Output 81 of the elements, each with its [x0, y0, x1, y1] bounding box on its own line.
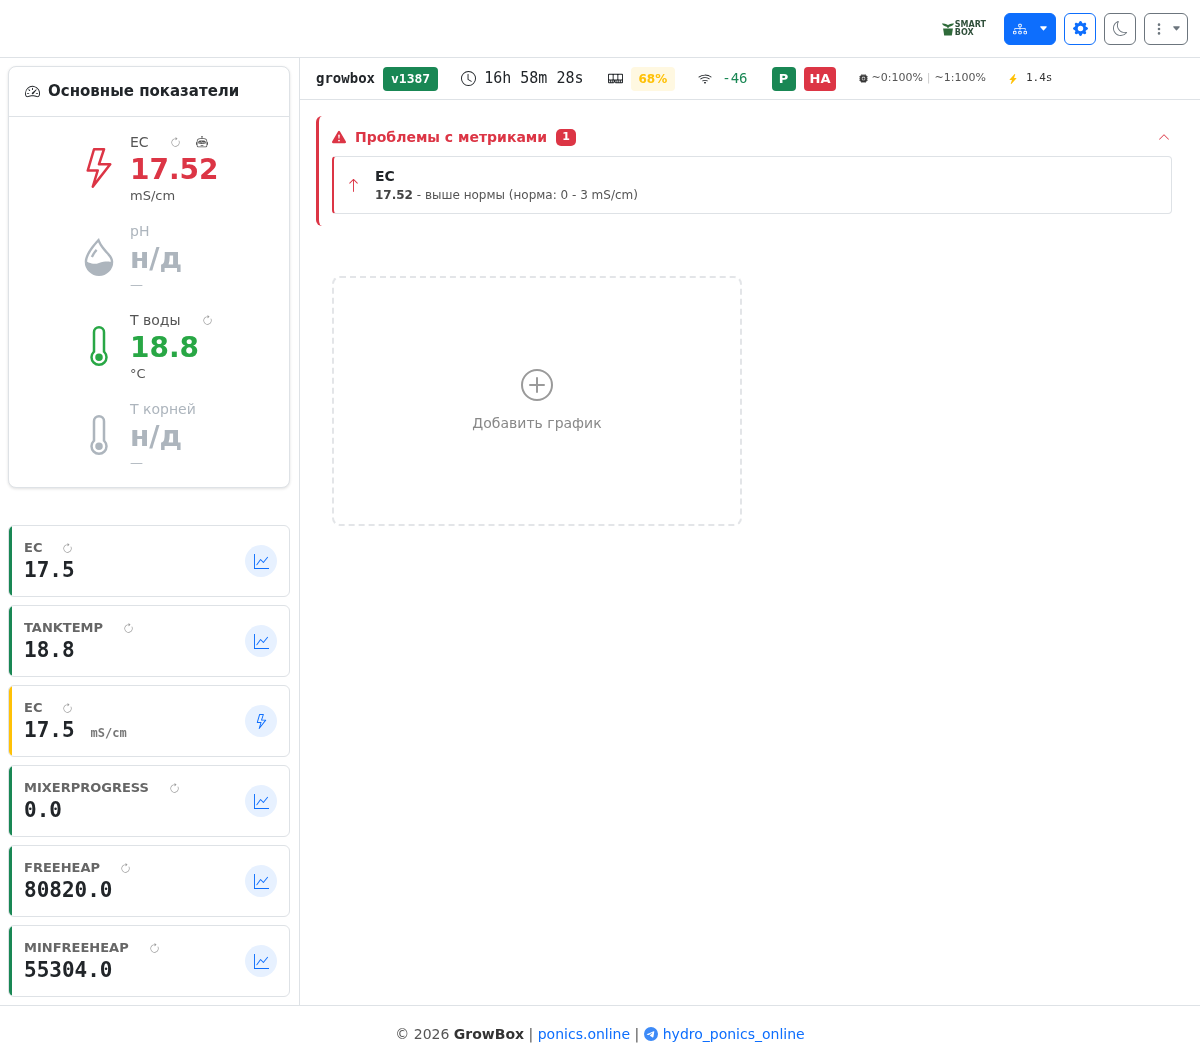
metric-value: 17.5 [24, 717, 75, 743]
line-chart-icon [253, 953, 269, 969]
metric-label: T корней [130, 400, 196, 419]
more-menu-button[interactable] [1144, 12, 1188, 45]
metric-value: 17.52 [130, 152, 219, 188]
separator: | [926, 70, 931, 87]
metric-label: T воды [130, 311, 181, 330]
plant-pot-icon [941, 21, 954, 36]
network-icon [1012, 21, 1027, 36]
chart-button[interactable] [245, 865, 277, 897]
moon-icon [1112, 21, 1128, 36]
caret-icon [1038, 24, 1048, 33]
metric-label: MIXERPROGRESS [24, 779, 149, 797]
refresh-icon [148, 942, 160, 954]
refresh-icon [169, 782, 180, 794]
line-chart-icon [253, 873, 269, 889]
metric-label: TANKTEMP [24, 619, 104, 637]
add-chart-button[interactable]: Добавить график [332, 276, 742, 526]
settings-button[interactable] [1064, 12, 1096, 45]
clock-icon [461, 71, 477, 86]
metric-value: 80820.0 [24, 877, 113, 903]
response-time-text: 1.4s [1025, 70, 1053, 87]
metric-value: 18.8 [24, 637, 75, 663]
metric-value: н/д [130, 419, 184, 455]
status-badge: P [771, 66, 796, 91]
website-link[interactable]: ponics.online [537, 1025, 631, 1042]
network-menu-button[interactable] [1004, 12, 1056, 45]
line-chart-icon [253, 793, 269, 809]
problem-description: 17.52 - выше нормы (норма: 0 - 3 mS/cm) [375, 187, 638, 204]
speedometer-icon [25, 84, 40, 99]
device-name: growbox [316, 69, 375, 88]
metric-value: 0.0 [24, 797, 62, 823]
chart-button[interactable] [245, 945, 277, 977]
memory-icon [607, 71, 623, 86]
footer-text: © 2026 GrowBox | ponics.online | hydro_ponics_online [395, 1024, 805, 1044]
version-badge: v1387 [383, 66, 439, 91]
refresh-icon [62, 702, 74, 714]
refresh-icon [62, 542, 74, 554]
metric-label: EC [130, 133, 149, 152]
warning-icon [332, 130, 346, 144]
metric-label: pH [130, 222, 150, 241]
metric-value: 55304.0 [24, 957, 113, 983]
settings-icon [1072, 21, 1088, 36]
problems-count-badge: 1 [556, 128, 576, 146]
line-chart-icon [253, 633, 269, 649]
paper-plane-icon [643, 1026, 658, 1041]
metric-unit: mS/cm [90, 725, 127, 742]
chart-button[interactable] [245, 545, 277, 577]
refresh-icon [120, 862, 131, 874]
telegram-link[interactable]: hydro_ponics_online [643, 1025, 805, 1042]
memory-badge: 68% [630, 66, 676, 91]
metric-label: FREEHEAP [24, 859, 100, 877]
wifi-signal-text: -46 [722, 69, 748, 88]
refresh-icon [123, 622, 135, 634]
card-title: Основные показатели [48, 81, 240, 103]
metric-value: 18.8 [130, 330, 201, 366]
caret-icon [1171, 24, 1181, 33]
arrow-up-icon [346, 177, 361, 193]
uptime-text: 16h 58m 28s [484, 68, 584, 90]
cpu-icon [859, 74, 869, 83]
metric-label: MINFREEHEAP [24, 939, 129, 957]
problem-name: EC [375, 167, 396, 186]
action-button[interactable] [245, 705, 277, 737]
metric-unit: — [130, 277, 144, 293]
metric-unit: mS/cm [130, 188, 177, 204]
cpu-core-load: ~1:100% [934, 70, 986, 87]
theme-toggle-button[interactable] [1104, 12, 1136, 45]
status-badge: HA [803, 66, 837, 91]
metric-unit: — [130, 455, 144, 471]
logo-text: SMART BOX [954, 20, 986, 37]
problems-title: Проблемы с метриками [355, 127, 548, 147]
chart-button[interactable] [245, 625, 277, 657]
lightning-icon [1007, 73, 1018, 84]
line-chart-icon [253, 553, 269, 569]
metric-label: EC [24, 539, 43, 557]
metric-value: 17.5 [24, 557, 75, 583]
metric-unit: °C [130, 366, 147, 382]
cpu-core-load: ~0:100% [871, 70, 923, 87]
metric-label: EC [24, 699, 43, 717]
chart-button[interactable] [245, 785, 277, 817]
metric-value: н/д [130, 241, 183, 277]
